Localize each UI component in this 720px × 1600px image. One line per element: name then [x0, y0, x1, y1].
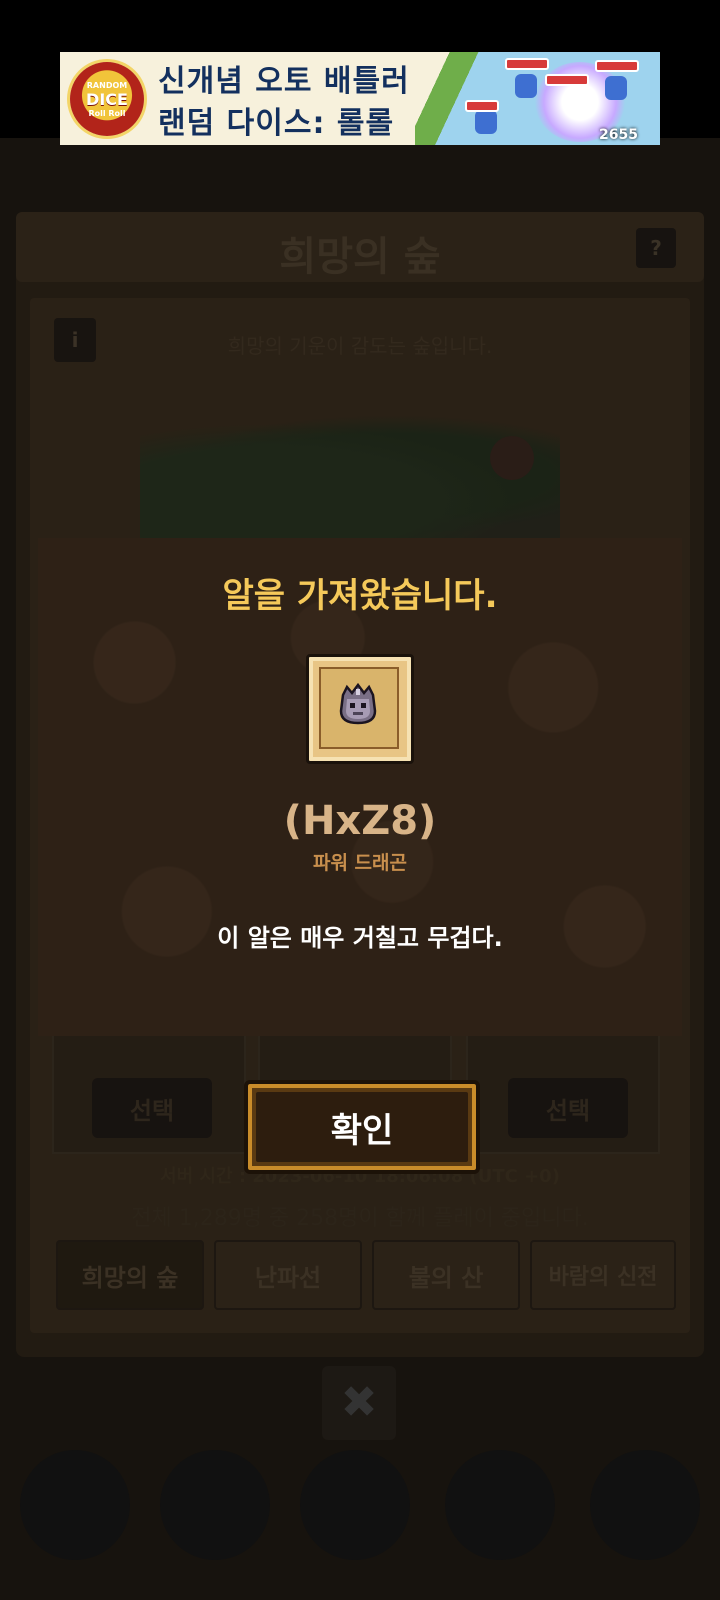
ad-damage-number: 2655	[599, 127, 638, 143]
egg-description: 이 알은 매우 거칠고 무겁다.	[217, 924, 503, 952]
ad-unit-figure	[515, 74, 537, 98]
ad-logo-top: RANDOM	[86, 80, 128, 90]
close-icon[interactable]: ✖	[322, 1366, 396, 1440]
tab-wind-temple[interactable]: 바람의 신전	[530, 1240, 676, 1310]
ad-hp-bar	[465, 100, 499, 112]
bottom-nav-item[interactable]	[590, 1450, 700, 1560]
egg-obtained-dialog: 알을 가져왔습니다. (HxZ8) 파워 드래곤 이 알은 매우 거칠고 무겁다…	[38, 538, 682, 1036]
tab-fire-mountain[interactable]: 불의 산	[372, 1240, 520, 1310]
help-button[interactable]: ?	[636, 228, 676, 268]
ad-hp-bar	[595, 60, 639, 72]
top-resource-bar	[40, 170, 680, 200]
select-button-left[interactable]: 선택	[92, 1078, 212, 1138]
ad-game-title: 랜덤 다이스: 롤롤	[158, 106, 395, 141]
dragon-egg-icon	[339, 682, 377, 725]
dialog-title: 알을 가져왔습니다.	[222, 576, 498, 616]
map-description: 희망의 기운이 감도는 숲입니다.	[227, 334, 493, 358]
select-button-right[interactable]: 선택	[508, 1078, 628, 1138]
player-count: 전체 1,289명 중 258명이 함께 플레이 중입니다.	[131, 1206, 589, 1231]
bottom-nav-item[interactable]	[20, 1450, 130, 1560]
bottom-nav-item[interactable]	[160, 1450, 270, 1560]
bottom-nav-item[interactable]	[300, 1450, 410, 1560]
map-title: 희망의 숲	[279, 234, 441, 280]
tab-forest-of-hope[interactable]: 희망의 숲	[56, 1240, 204, 1310]
ad-game-logo: RANDOM DICE Roll Roll	[70, 62, 144, 136]
egg-name: (HxZ8)	[283, 798, 437, 844]
ad-headline: 신개념 오토 배틀러	[158, 64, 410, 99]
tab-shipwreck[interactable]: 난파선	[214, 1240, 362, 1310]
confirm-button-label: 확인	[330, 1110, 394, 1151]
ad-unit-figure	[605, 76, 627, 100]
ad-logo-bottom: Roll Roll	[88, 108, 126, 118]
ad-hp-bar	[545, 74, 589, 86]
forest-illustration	[140, 410, 560, 540]
ad-hp-bar	[505, 58, 549, 70]
status-bar	[0, 0, 720, 52]
ad-logo-dice: DICE	[86, 89, 128, 109]
bottom-nav-item[interactable]	[445, 1450, 555, 1560]
ad-banner[interactable]: RANDOM DICE Roll Roll 신개념 오토 배틀러 랜덤 다이스:…	[60, 52, 660, 145]
location-pin-icon[interactable]	[490, 436, 534, 480]
egg-card	[306, 654, 414, 764]
egg-type: 파워 드래곤	[312, 852, 407, 874]
ad-unit-figure	[475, 110, 497, 134]
ad-artwork: 2655	[415, 52, 660, 145]
confirm-button[interactable]: 확인	[244, 1080, 480, 1174]
